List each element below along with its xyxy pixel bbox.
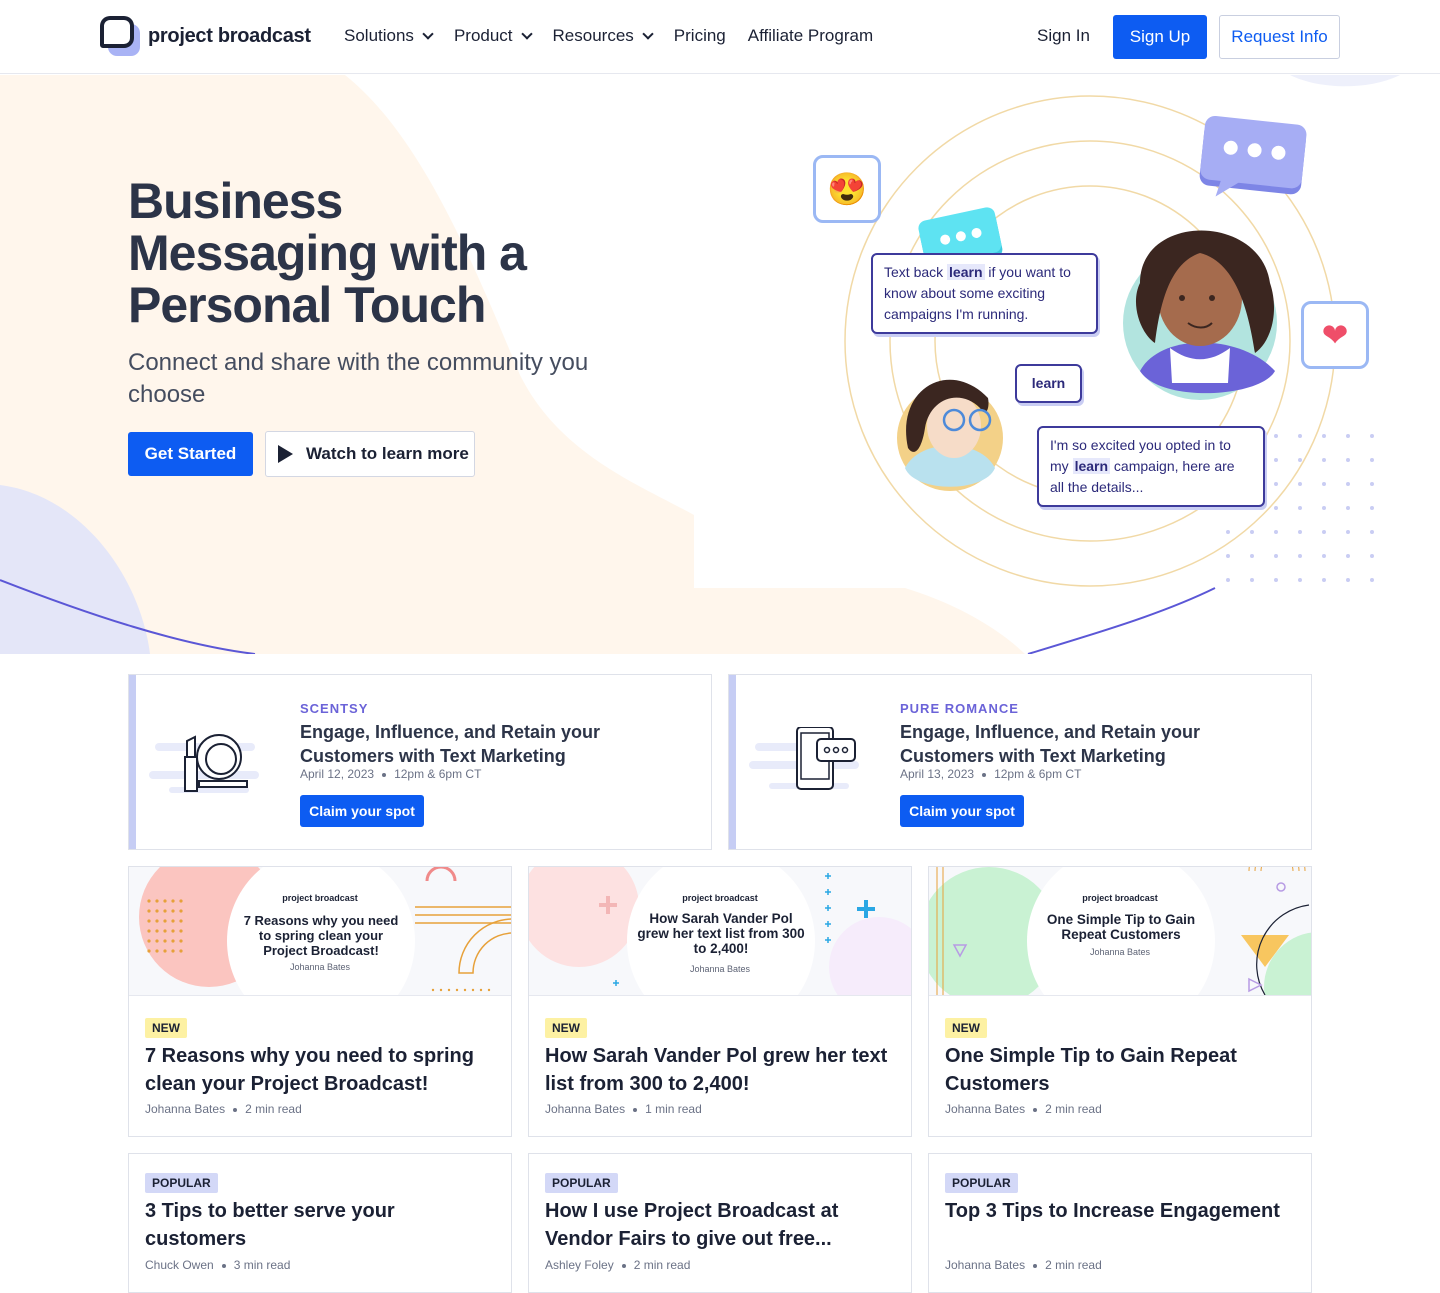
menu-label: Resources bbox=[552, 26, 634, 45]
article-card[interactable]: project broadcast 7 Reasons why you need… bbox=[128, 866, 512, 1137]
logo-text: project broadcast bbox=[148, 24, 311, 47]
sign-up-button[interactable]: Sign Up bbox=[1113, 15, 1207, 59]
article-card[interactable]: POPULAR Top 3 Tips to Increase Engagemen… bbox=[928, 1153, 1312, 1293]
claim-spot-button[interactable]: Claim your spot bbox=[300, 795, 424, 827]
chevron-down-icon bbox=[520, 27, 533, 40]
popular-badge: POPULAR bbox=[145, 1173, 218, 1193]
new-badge: NEW bbox=[945, 1018, 987, 1038]
webinar-brand: SCENTSY bbox=[300, 701, 369, 716]
new-badge: NEW bbox=[145, 1018, 187, 1038]
get-started-button[interactable]: Get Started bbox=[128, 432, 253, 476]
article-card[interactable]: POPULAR How I use Project Broadcast at V… bbox=[528, 1153, 912, 1293]
menu-pricing[interactable]: Pricing bbox=[674, 26, 726, 46]
thumbnail-title: How Sarah Vander Pol grew her text list … bbox=[637, 911, 805, 956]
logo[interactable]: project broadcast bbox=[100, 16, 311, 56]
thumbnail-title: 7 Reasons why you need to spring clean y… bbox=[243, 913, 399, 958]
article-meta: Johanna Bates 1 min read bbox=[545, 1102, 702, 1116]
webinar-title: Engage, Influence, and Retain your Custo… bbox=[900, 722, 1201, 766]
article-title: 3 Tips to better serve your customers bbox=[145, 1200, 395, 1250]
heart-eyes-emoji-icon: 😍 bbox=[813, 155, 881, 223]
article-card[interactable]: project broadcast How Sarah Vander Pol g… bbox=[528, 866, 912, 1137]
thumbnail-title: One Simple Tip to Gain Repeat Customers bbox=[1046, 912, 1196, 942]
main-menu: Solutions Product Resources Pricing Affi… bbox=[344, 26, 895, 46]
chat-message-confirmation: I'm so excited you opted in to my learn … bbox=[1037, 426, 1265, 507]
webinar-card: SCENTSY Engage, Influence, and Retain yo… bbox=[128, 674, 712, 850]
article-thumbnail: project broadcast How Sarah Vander Pol g… bbox=[529, 867, 911, 996]
thumbnail-logo: project broadcast bbox=[682, 893, 758, 903]
claim-spot-button[interactable]: Claim your spot bbox=[900, 795, 1024, 827]
top-navbar: project broadcast Solutions Product Reso… bbox=[0, 0, 1440, 74]
menu-product[interactable]: Product bbox=[453, 26, 533, 46]
article-meta: Johanna Bates 2 min read bbox=[945, 1102, 1102, 1116]
article-title: One Simple Tip to Gain Repeat Customers bbox=[945, 1045, 1237, 1095]
watch-video-button[interactable]: Watch to learn more bbox=[265, 431, 475, 477]
thumbnail-author: Johanna Bates bbox=[1089, 947, 1151, 957]
woman-avatar-large bbox=[1123, 230, 1277, 400]
menu-solutions[interactable]: Solutions bbox=[344, 26, 434, 46]
chat-bubble-purple-icon bbox=[1199, 115, 1307, 197]
article-title: How Sarah Vander Pol grew her text list … bbox=[545, 1045, 888, 1095]
thumbnail-logo: project broadcast bbox=[1082, 893, 1158, 903]
menu-label: Affiliate Program bbox=[747, 26, 874, 45]
article-title: 7 Reasons why you need to spring clean y… bbox=[145, 1045, 474, 1095]
menu-label: Product bbox=[453, 26, 513, 45]
webinar-title: Engage, Influence, and Retain your Custo… bbox=[300, 722, 601, 766]
menu-label: Pricing bbox=[673, 26, 726, 45]
thumbnail-author: Johanna Bates bbox=[289, 962, 351, 972]
popular-badge: POPULAR bbox=[945, 1173, 1018, 1193]
article-title: Top 3 Tips to Increase Engagement bbox=[945, 1200, 1280, 1222]
chat-message-learn-prompt: Text back learn if you want to know abou… bbox=[871, 253, 1098, 334]
article-card[interactable]: project broadcast One Simple Tip to Gain… bbox=[928, 866, 1312, 1137]
phone-message-icon bbox=[749, 727, 859, 790]
new-badge: NEW bbox=[545, 1018, 587, 1038]
menu-label: Solutions bbox=[344, 26, 414, 45]
chevron-down-icon bbox=[422, 27, 434, 40]
woman-avatar-small bbox=[897, 379, 1003, 491]
chevron-down-icon bbox=[642, 27, 654, 40]
article-card[interactable]: POPULAR 3 Tips to better serve your cust… bbox=[128, 1153, 512, 1293]
article-thumbnail: project broadcast One Simple Tip to Gain… bbox=[929, 867, 1311, 996]
thumbnail-logo: project broadcast bbox=[282, 893, 358, 903]
chat-message-learn-reply: learn bbox=[1015, 364, 1082, 403]
webinar-card: PURE ROMANCE Engage, Influence, and Reta… bbox=[728, 674, 1312, 850]
menu-affiliate-program[interactable]: Affiliate Program bbox=[748, 26, 873, 46]
popular-badge: POPULAR bbox=[545, 1173, 618, 1193]
thumbnail-author: Johanna Bates bbox=[689, 964, 751, 974]
article-thumbnail: project broadcast 7 Reasons why you need… bbox=[129, 867, 511, 996]
hero-subtitle: Connect and share with the community you… bbox=[128, 349, 589, 408]
article-meta: Ashley Foley 2 min read bbox=[545, 1258, 691, 1272]
hero-section: 😍 ❤ Text back learn if you want to know … bbox=[0, 75, 1440, 654]
article-title: How I use Project Broadcast at Vendor Fa… bbox=[545, 1200, 839, 1250]
sign-in-link[interactable]: Sign In bbox=[1037, 26, 1090, 46]
lipstick-mirror-icon bbox=[149, 734, 259, 793]
heart-icon: ❤ bbox=[1301, 301, 1369, 369]
webinar-meta: April 12, 2023 12pm & 6pm CT bbox=[300, 767, 482, 781]
article-meta: Johanna Bates 2 min read bbox=[945, 1258, 1102, 1272]
request-info-button[interactable]: Request Info bbox=[1219, 15, 1340, 59]
play-icon bbox=[278, 445, 293, 463]
logo-icon bbox=[100, 16, 140, 56]
article-meta: Chuck Owen 3 min read bbox=[145, 1258, 291, 1272]
menu-resources[interactable]: Resources bbox=[552, 26, 654, 46]
webinar-brand: PURE ROMANCE bbox=[900, 701, 1019, 716]
article-meta: Johanna Bates 2 min read bbox=[145, 1102, 302, 1116]
hero-title: Business Messaging with a Personal Touch bbox=[123, 173, 527, 335]
webinar-meta: April 13, 2023 12pm & 6pm CT bbox=[900, 767, 1082, 781]
